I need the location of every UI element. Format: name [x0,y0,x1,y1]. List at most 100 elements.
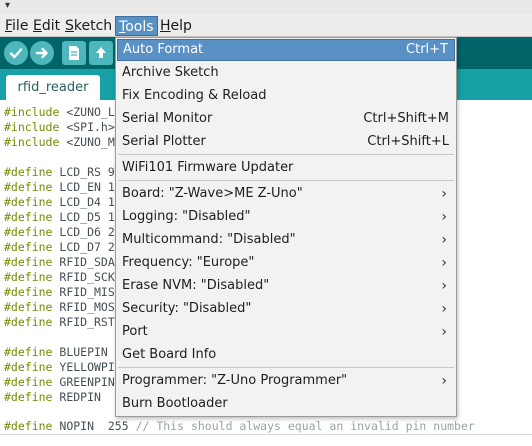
menu-item-programmer-z-uno-programmer[interactable]: Programmer: "Z-Uno Programmer" › [117,370,455,392]
menu-edit[interactable]: Edit [30,16,63,36]
menu-sketch[interactable]: Sketch [62,16,115,36]
code-text: <ZUNO_M [59,135,115,149]
menu-item-label: Get Board Info [122,347,217,362]
tab-rfid-reader[interactable]: rfid_reader [6,75,100,100]
tools-menu-dropdown: Auto Format Ctrl+T Archive Sketch Fix Encod… [115,37,457,417]
menu-item-get-board-info[interactable]: Get Board Info [117,344,455,366]
open-icon [96,47,106,58]
menu-item-frequency-europe[interactable]: Frequency: "Europe" › [117,252,455,274]
menu-tools[interactable]: Tools [115,16,158,36]
window-menu-caret-icon[interactable]: ▾ [5,0,10,11]
code-line: #define GREENPIN [4,375,115,390]
code-text: GREENPIN [52,375,115,389]
menu-item-auto-format[interactable]: Auto Format Ctrl+T [117,39,455,61]
code-text: LCD_D7 2 [52,240,115,254]
menu-item-serial-monitor[interactable]: Serial Monitor Ctrl+Shift+M [117,108,455,130]
menu-file[interactable]: File [2,16,31,36]
preprocessor-keyword: #include [4,120,60,134]
menu-item-port[interactable]: Port › [117,321,455,343]
preprocessor-keyword: #include [4,135,60,149]
new-sketch-button[interactable] [62,41,86,65]
menu-item-label: Board: "Z-Wave>ME Z-Uno" [122,186,303,201]
menu-item-label: Auto Format [123,42,204,57]
menu-item-label: Frequency: "Europe" [122,255,255,270]
upload-button[interactable] [30,41,54,65]
preprocessor-keyword: #define [4,360,53,374]
menu-item-label: Serial Plotter [122,134,206,149]
submenu-arrow-icon: › [441,324,447,340]
menu-item-archive-sketch[interactable]: Archive Sketch [117,62,455,84]
code-line: #define LCD_RS 9 [4,165,115,180]
preprocessor-keyword: #define [4,300,53,314]
menu-item-erase-nvm-disabled[interactable]: Erase NVM: "Disabled" › [117,275,455,297]
menu-separator [118,367,454,368]
new-document-icon [69,46,79,60]
menu-item-label: Multicommand: "Disabled" [122,232,296,247]
preprocessor-keyword: #define [4,195,53,209]
preprocessor-keyword: #define [4,419,53,433]
code-text: LCD_RS 9 [52,165,115,179]
menu-item-label: Logging: "Disabled" [122,209,251,224]
code-text: RFID_MIS [52,285,115,299]
code-line: #define RFID_MIS [4,285,115,300]
menu-item-wifi101-firmware-updater[interactable]: WiFi101 Firmware Updater [117,157,455,179]
code-line: #include <ZUNO_L [4,105,115,120]
submenu-arrow-icon: › [441,209,447,225]
menu-item-label: Serial Monitor [122,111,213,126]
checkmark-icon [9,48,23,59]
code-line: #define NOPIN 255 // This should always … [4,419,475,434]
menu-item-label: Fix Encoding & Reload [122,88,267,103]
menu-help[interactable]: Help [157,16,195,36]
code-line: #define LCD_D5 1 [4,210,115,225]
editor-bottom-border [0,434,532,446]
code-text: NOPIN 255 [52,419,136,433]
code-line: #define RFID_SDA [4,255,115,270]
code-text: LCD_EN 1 [52,180,115,194]
arduino-ide-window: ▾ File Edit Sketch Tools Help rfid_reade… [0,0,532,446]
preprocessor-keyword: #define [4,225,53,239]
preprocessor-keyword: #define [4,375,53,389]
menu-item-label: WiFi101 Firmware Updater [122,160,294,175]
menu-item-logging-disabled[interactable]: Logging: "Disabled" › [117,206,455,228]
code-line: #define LCD_EN 1 [4,180,115,195]
code-line: #define RFID_MOS [4,300,115,315]
preprocessor-keyword: #define [4,165,53,179]
preprocessor-keyword: #define [4,240,53,254]
code-line: #define RFID_SCK [4,270,115,285]
preprocessor-keyword: #define [4,345,53,359]
menu-item-label: Archive Sketch [122,65,219,80]
code-line: #include <SPI.h> [4,120,115,135]
menu-item-shortcut: Ctrl+Shift+M [363,111,449,126]
code-text: RFID_SDA [52,255,115,269]
preprocessor-keyword: #define [4,270,53,284]
verify-button[interactable] [4,41,28,65]
menu-item-burn-bootloader[interactable]: Burn Bootloader [117,393,455,415]
code-text: LCD_D5 1 [52,210,115,224]
code-line: #define LCD_D6 2 [4,225,115,240]
menu-item-label: Port [122,324,148,339]
submenu-arrow-icon: › [441,255,447,271]
menu-item-security-disabled[interactable]: Security: "Disabled" › [117,298,455,320]
open-sketch-button[interactable] [89,41,113,65]
menu-item-label: Security: "Disabled" [122,301,252,316]
menu-separator [118,154,454,155]
code-text: <SPI.h> [59,120,115,134]
menu-item-fix-encoding-reload[interactable]: Fix Encoding & Reload [117,85,455,107]
preprocessor-keyword: #define [4,315,53,329]
menu-item-multicommand-disabled[interactable]: Multicommand: "Disabled" › [117,229,455,251]
menu-separator [118,180,454,181]
arrow-right-icon [35,47,48,59]
preprocessor-keyword: #define [4,285,53,299]
code-line: #define BLUEPIN [4,345,108,360]
submenu-arrow-icon: › [441,278,447,294]
menu-item-serial-plotter[interactable]: Serial Plotter Ctrl+Shift+L [117,131,455,153]
code-text: RFID_MOS [52,300,115,314]
menu-item-label: Programmer: "Z-Uno Programmer" [122,373,348,388]
code-line: #define LCD_D7 2 [4,240,115,255]
code-comment: // This should always equal an invalid p… [135,419,475,433]
code-line: #define REDPIN [4,390,101,405]
submenu-arrow-icon: › [441,232,447,248]
code-line: #define LCD_D4 1 [4,195,115,210]
title-strip: ▾ [0,0,532,14]
menu-item-board-z-wave-me-z-uno[interactable]: Board: "Z-Wave>ME Z-Uno" › [117,183,455,205]
